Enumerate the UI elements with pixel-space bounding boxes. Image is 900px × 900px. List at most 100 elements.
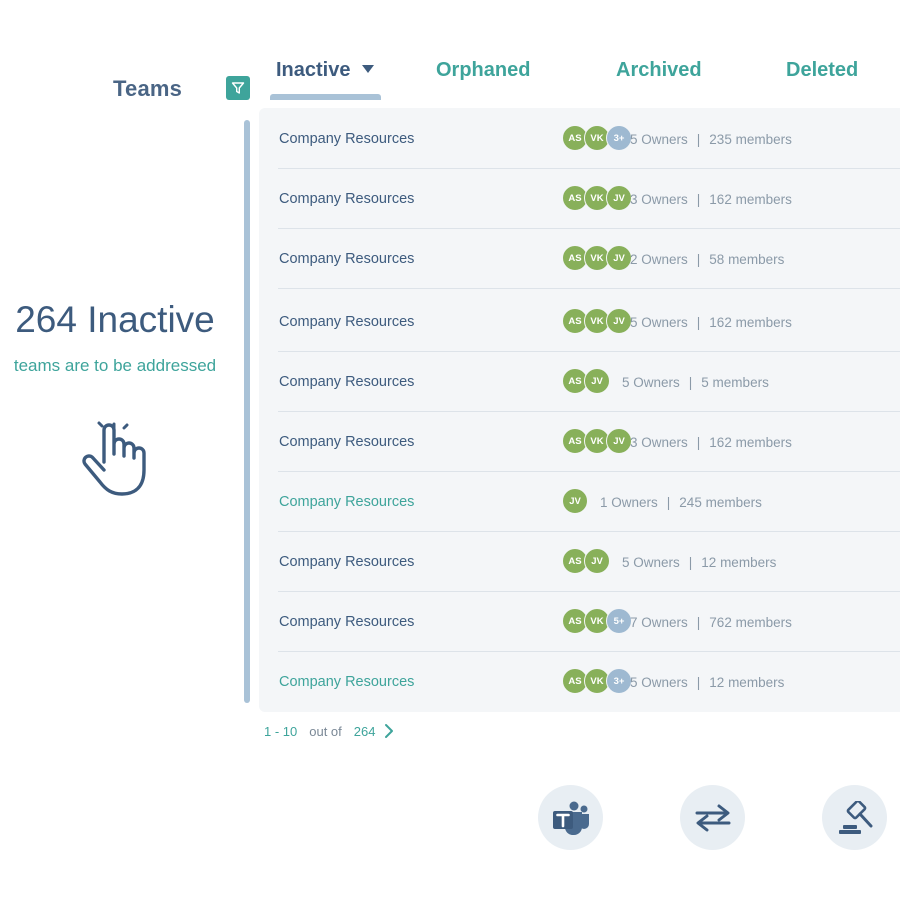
separator: | [696, 435, 701, 450]
inactive-count: 264 Inactive [15, 299, 215, 340]
more-owners-badge: 3+ [606, 668, 632, 694]
pointing-hand-icon [82, 421, 146, 496]
members-count: 762 members [709, 615, 792, 630]
owner-member-counts: 5 Owners | 12 members [630, 675, 784, 690]
separator: | [688, 555, 693, 570]
table-row[interactable]: Company Resources AS JV 5 Owners | 12 members [278, 532, 900, 592]
separator: | [666, 495, 671, 510]
owner-member-counts: 5 Owners | 235 members [630, 132, 792, 147]
transfer-button[interactable] [680, 785, 745, 850]
separator: | [696, 132, 701, 147]
avatar: JV [606, 428, 632, 454]
owner-member-counts: 3 Owners | 162 members [630, 192, 792, 207]
members-count: 58 members [709, 252, 785, 267]
table-row[interactable]: Company Resources AS VK JV 5 Owners | 162 memb… [278, 292, 900, 352]
more-owners-badge: 5+ [606, 608, 632, 634]
gavel-icon [838, 800, 872, 834]
owners-count: 3 Owners [630, 435, 688, 450]
members-count: 162 members [709, 435, 792, 450]
owner-avatars: AS VK JV [562, 308, 632, 334]
table-row[interactable]: Company Resources AS VK JV 3 Owners | 162 memb… [278, 169, 900, 229]
owners-count: 1 Owners [600, 495, 658, 510]
team-name[interactable]: Company Resources [279, 314, 414, 330]
pagination-total: 264 [353, 724, 376, 739]
teams-list: Company Resources AS VK 3+ 5 Owners | 235 memb… [259, 108, 900, 712]
avatar: JV [584, 368, 610, 394]
owner-avatars: AS VK JV [562, 185, 632, 211]
avatar: JV [606, 185, 632, 211]
avatar: JV [606, 308, 632, 334]
team-name[interactable]: Company Resources [279, 131, 414, 147]
tab-inactive[interactable]: Inactive [276, 59, 375, 82]
members-count: 5 members [701, 375, 769, 390]
teams-button[interactable] [538, 785, 603, 850]
owners-count: 2 Owners [630, 252, 688, 267]
owners-count: 5 Owners [622, 555, 680, 570]
members-count: 162 members [709, 192, 792, 207]
owners-count: 7 Owners [630, 615, 688, 630]
owner-member-counts: 2 Owners | 58 members [630, 252, 784, 267]
pagination-out-of: out of [309, 724, 342, 739]
owner-avatars: AS JV [562, 548, 610, 574]
owner-member-counts: 1 Owners | 245 members [600, 495, 762, 510]
team-name[interactable]: Company Resources [279, 494, 414, 510]
table-row[interactable]: Company Resources AS VK 3+ 5 Owners | 235 memb… [278, 109, 900, 169]
owner-member-counts: 5 Owners | 12 members [622, 555, 776, 570]
avatar: JV [584, 548, 610, 574]
owner-member-counts: 3 Owners | 162 members [630, 435, 792, 450]
owners-count: 5 Owners [622, 375, 680, 390]
table-row[interactable]: Company Resources AS VK JV 2 Owners | 58 membe… [278, 229, 900, 289]
inactive-subtitle: teams are to be addressed [13, 356, 217, 375]
transfer-arrows-icon [695, 804, 730, 831]
owners-count: 5 Owners [630, 132, 688, 147]
members-count: 245 members [679, 495, 762, 510]
owner-member-counts: 7 Owners | 762 members [630, 615, 792, 630]
team-name[interactable]: Company Resources [279, 374, 414, 390]
team-name[interactable]: Company Resources [279, 434, 414, 450]
separator: | [696, 192, 701, 207]
team-name[interactable]: Company Resources [279, 614, 414, 630]
members-count: 235 members [709, 132, 792, 147]
members-count: 12 members [701, 555, 777, 570]
separator: | [696, 615, 701, 630]
tab-deleted[interactable]: Deleted [786, 59, 858, 82]
owner-avatars: AS VK 3+ [562, 125, 632, 151]
owners-count: 5 Owners [630, 675, 688, 690]
avatar: JV [562, 488, 588, 514]
separator: | [696, 252, 701, 267]
owner-member-counts: 5 Owners | 5 members [622, 375, 769, 390]
table-row[interactable]: Company Resources AS VK 3+ 5 Owners | 12 membe… [278, 652, 900, 712]
tab-inactive-label: Inactive [276, 59, 351, 81]
team-name[interactable]: Company Resources [279, 191, 414, 207]
table-row[interactable]: Company Resources JV 1 Owners | 245 members [278, 472, 900, 532]
separator: | [696, 315, 701, 330]
pagination-range: 1 - 10 [264, 724, 298, 739]
more-owners-badge: 3+ [606, 125, 632, 151]
chevron-right-icon[interactable] [381, 722, 397, 740]
owner-avatars: AS JV [562, 368, 610, 394]
judge-button[interactable] [822, 785, 887, 850]
microsoft-teams-icon [552, 801, 589, 835]
team-name[interactable]: Company Resources [279, 251, 414, 267]
owner-avatars: AS VK JV [562, 428, 632, 454]
avatar: JV [606, 245, 632, 271]
team-name[interactable]: Company Resources [279, 674, 414, 690]
filter-icon [231, 82, 245, 94]
list-scrollbar[interactable] [244, 120, 250, 703]
filter-button[interactable] [226, 76, 250, 100]
active-tab-indicator [270, 94, 381, 100]
team-name[interactable]: Company Resources [279, 554, 414, 570]
owner-avatars: AS VK 5+ [562, 608, 632, 634]
tab-orphaned[interactable]: Orphaned [436, 59, 530, 82]
table-row[interactable]: Company Resources AS JV 5 Owners | 5 members [278, 352, 900, 412]
members-count: 162 members [709, 315, 792, 330]
table-row[interactable]: Company Resources AS VK JV 3 Owners | 162 memb… [278, 412, 900, 472]
owner-avatars: AS VK JV [562, 245, 632, 271]
owner-avatars: JV [562, 488, 588, 514]
row-divider [278, 288, 900, 289]
pagination-info: 1 - 10 out of 264 [264, 724, 375, 739]
tab-archived[interactable]: Archived [616, 59, 702, 82]
separator: | [688, 375, 693, 390]
table-row[interactable]: Company Resources AS VK 5+ 7 Owners | 762 memb… [278, 592, 900, 652]
owner-member-counts: 5 Owners | 162 members [630, 315, 792, 330]
